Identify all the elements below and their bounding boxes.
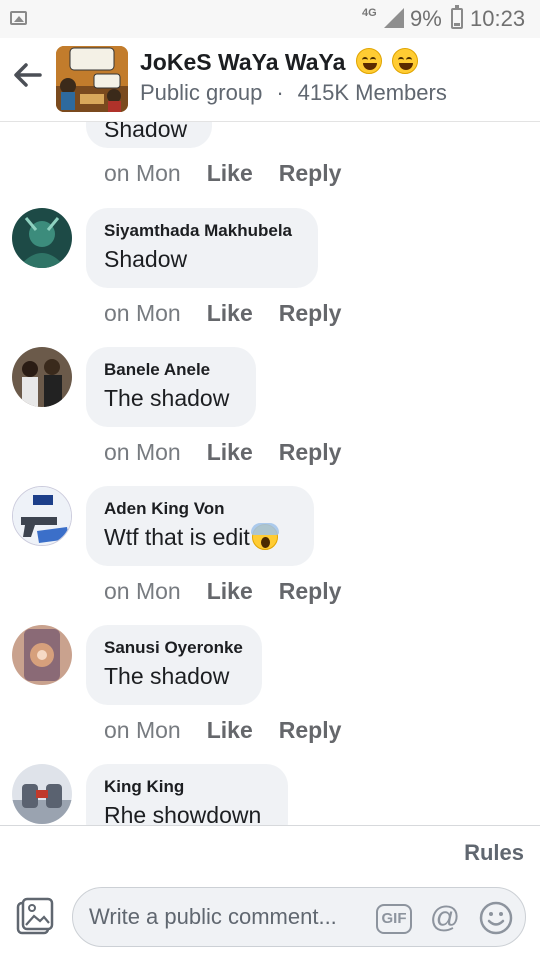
like-button[interactable]: Like [207,439,253,465]
comment-author[interactable]: Aden King Von [104,498,296,520]
laughing-emoji-icon [392,48,419,74]
comment-time[interactable]: on Mon [104,300,181,326]
comment-actions: on Mon Like Reply [104,578,341,605]
comment-bubble[interactable]: Shadow [86,122,212,148]
comment-bubble[interactable]: Banele Anele The shadow [86,347,256,427]
smiley-icon [479,901,513,935]
comment-input[interactable]: Write a public comment... GIF @ [72,887,526,947]
comment-bubble[interactable]: Aden King Von Wtf that is edit [86,486,314,566]
avatar[interactable] [12,208,72,268]
comment-time[interactable]: on Mon [104,717,181,743]
avatar[interactable] [12,764,72,824]
avatar[interactable] [12,347,72,407]
group-header: JoKeS WaYa WaYa Public group · 415K Member… [0,38,540,122]
comment-text: Rhe showdown [104,802,262,825]
member-count: 415K Members [297,80,447,105]
meta-separator: · [276,80,284,105]
gif-button[interactable]: GIF [376,904,412,934]
group-type: Public group [140,80,263,105]
comment-author[interactable]: Banele Anele [104,359,238,381]
avatar[interactable] [12,486,72,546]
rules-bar: Rules [0,825,540,877]
photo-icon [16,897,54,935]
comment-time[interactable]: on Mon [104,578,181,604]
screaming-face-emoji-icon [250,523,279,550]
clock: 10:23 [470,6,526,31]
comment-input-placeholder: Write a public comment... [89,904,337,929]
comment-actions: on Mon Like Reply [104,439,341,466]
comment-actions: on Mon Like Reply [104,717,341,744]
signal-icon [384,8,404,28]
group-name[interactable]: JoKeS WaYa WaYa [140,48,419,76]
comment-author[interactable]: Siyamthada Makhubela [104,220,300,242]
mention-button[interactable]: @ [427,900,463,936]
battery-percent: 9% [410,6,442,31]
status-bar: 4G 9% 10:23 [0,0,540,38]
comment-text-content: Wtf that is edit [104,524,250,550]
reply-button[interactable]: Reply [279,160,342,186]
avatar[interactable] [12,625,72,685]
comment-bubble[interactable]: Siyamthada Makhubela Shadow [86,208,318,288]
comment-text: Shadow [104,122,188,142]
gallery-notification-icon [10,11,27,25]
comment-text: The shadow [104,663,230,689]
comment-text: Shadow [104,246,188,272]
like-button[interactable]: Like [207,160,253,186]
comment-time[interactable]: on Mon [104,439,181,465]
reply-button[interactable]: Reply [279,578,342,604]
rofl-emoji-icon [355,48,382,74]
comment-text: Wtf that is edit [104,522,296,552]
like-button[interactable]: Like [207,300,253,326]
arrow-left-icon [14,63,42,87]
group-name-text: JoKeS WaYa WaYa [140,49,346,75]
comment-actions: on Mon Like Reply [104,300,341,327]
comment-bubble[interactable]: Sanusi Oyeronke The shadow [86,625,262,705]
reply-button[interactable]: Reply [279,439,342,465]
comment-actions: on Mon Like Reply [104,160,341,187]
group-meta: Public group · 415K Members [140,80,447,106]
rules-link[interactable]: Rules [464,840,524,866]
comment-author[interactable]: Sanusi Oyeronke [104,637,244,659]
comments-feed[interactable]: Shadow on Mon Like Reply Siyamthada Makhub… [0,122,540,825]
group-cover-image [56,46,128,112]
comment-composer: Write a public comment... GIF @ [0,877,540,960]
photo-button[interactable] [16,897,54,937]
reply-button[interactable]: Reply [279,717,342,743]
network-type: 4G [362,7,377,19]
comment-time[interactable]: on Mon [104,160,181,186]
like-button[interactable]: Like [207,578,253,604]
group-cover-thumbnail[interactable] [56,46,128,112]
back-button[interactable] [10,58,44,92]
like-button[interactable]: Like [207,717,253,743]
emoji-button[interactable] [478,900,514,936]
comment-author[interactable]: King King [104,776,270,798]
battery-icon [451,5,463,29]
app-screen: 4G 9% 10:23 JoKeS WaYa WaYa Public group… [0,0,540,960]
comment-bubble[interactable]: King King Rhe showdown [86,764,288,825]
comment-text: The shadow [104,385,230,411]
reply-button[interactable]: Reply [279,300,342,326]
